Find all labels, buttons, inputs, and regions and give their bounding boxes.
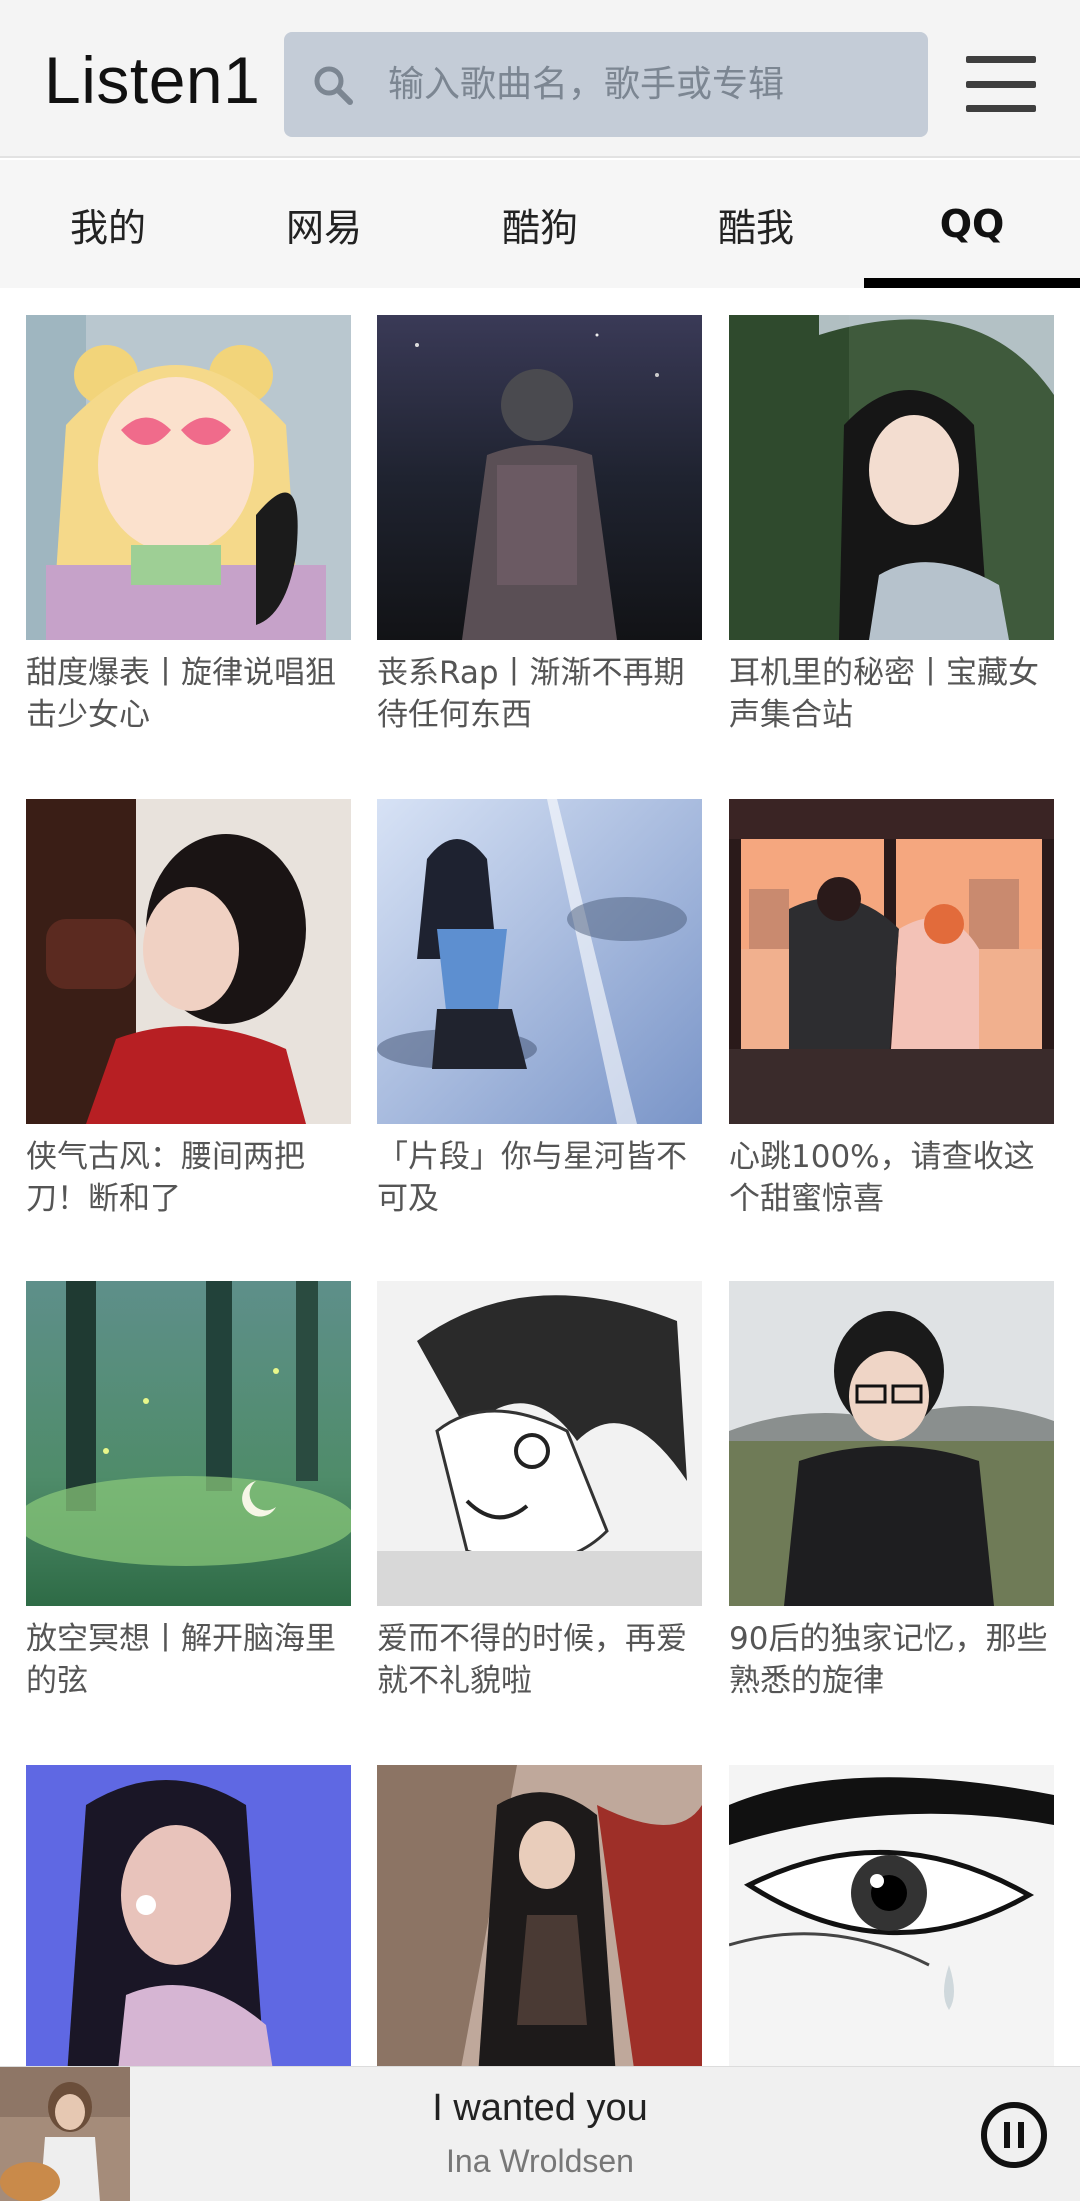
- playlist-cover: [26, 799, 351, 1124]
- playlist-title: 侠气古风：腰间两把刀！断和了: [26, 1139, 305, 1217]
- playlist-title: 丧系Rap丨渐渐不再期待任何东西: [377, 655, 685, 733]
- playlist-cover: [26, 1765, 351, 2090]
- source-tabs: 我的 网易 酷狗 酷我 QQ: [0, 160, 1080, 288]
- now-playing-bar[interactable]: I wanted you Ina Wroldsen: [0, 2066, 1080, 2201]
- menu-bar: [966, 105, 1036, 112]
- now-playing-title: I wanted you: [432, 2087, 648, 2129]
- app-title: Listen1: [44, 43, 261, 117]
- playlist-cover: [729, 315, 1054, 640]
- tab-netease[interactable]: 网易: [216, 160, 432, 288]
- playlist-cover: [729, 1765, 1054, 2090]
- playlist-title: 「片段」你与星河皆不可及: [377, 1139, 687, 1217]
- search-box[interactable]: [284, 32, 928, 137]
- playlist-title: 90后的独家记忆，那些熟悉的旋律: [729, 1621, 1048, 1699]
- playlist-title: 放空冥想丨解开脑海里的弦: [26, 1621, 336, 1699]
- playlist-cover: [729, 799, 1054, 1124]
- now-playing-cover[interactable]: [0, 2067, 130, 2201]
- top-bar: Listen1: [0, 0, 1080, 158]
- playlist-cover: [26, 315, 351, 640]
- search-input[interactable]: [388, 32, 908, 137]
- tab-kuwo[interactable]: 酷我: [648, 160, 864, 288]
- tab-qq[interactable]: QQ: [864, 160, 1080, 288]
- playlist-cover: [377, 799, 702, 1124]
- playlist-cover: [26, 1281, 351, 1606]
- search-icon: [314, 66, 353, 105]
- playlist-title: 爱而不得的时候，再爱就不礼貌啦: [377, 1621, 687, 1699]
- app-root: Listen1 我的 网易 酷狗 酷我 QQ: [0, 0, 1080, 2201]
- hamburger-menu-icon[interactable]: [966, 56, 1036, 112]
- playlist-title: 甜度爆表丨旋律说唱狙击少女心: [26, 655, 336, 733]
- pause-icon[interactable]: [980, 2101, 1048, 2169]
- playlist-cover: [729, 1281, 1054, 1606]
- playlist-title: 耳机里的秘密丨宝藏女声集合站: [729, 655, 1039, 733]
- now-playing-artist: Ina Wroldsen: [446, 2143, 634, 2179]
- playlist-title: 心跳100%，请查收这个甜蜜惊喜: [729, 1139, 1035, 1217]
- menu-bar: [966, 80, 1036, 88]
- tab-kugou[interactable]: 酷狗: [432, 160, 648, 288]
- tab-mine[interactable]: 我的: [0, 160, 216, 288]
- playlist-cover: [377, 1765, 702, 2090]
- playlist-cover: [377, 315, 702, 640]
- playlist-cover: [377, 1281, 702, 1606]
- menu-bar: [966, 56, 1036, 63]
